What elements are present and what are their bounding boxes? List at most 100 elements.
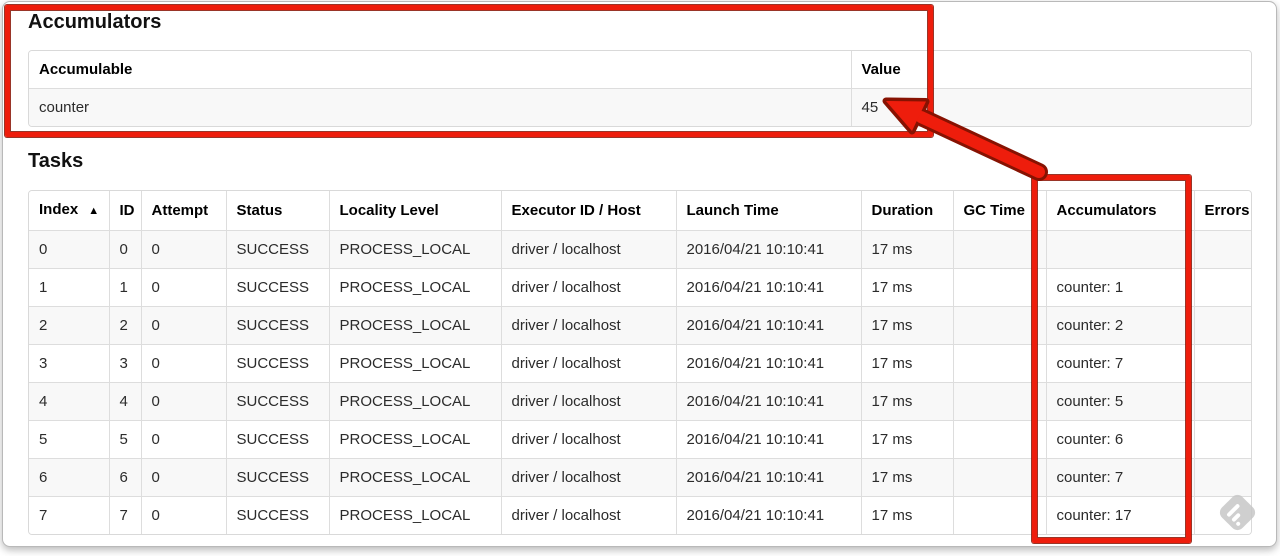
- accumulators-table: Accumulable Value counter 45: [28, 50, 1252, 127]
- launch-time-cell: 2016/04/21 10:10:41: [675, 458, 861, 497]
- gc-time-cell: [952, 306, 1046, 345]
- index-cell: 2: [29, 306, 109, 345]
- duration-cell: 17 ms: [860, 420, 953, 459]
- status-column-header[interactable]: Status: [225, 191, 329, 231]
- id-cell: 7: [108, 496, 141, 534]
- id-column-header[interactable]: ID: [108, 191, 141, 231]
- accumulators-cell: [1045, 230, 1194, 269]
- attempt-cell: 0: [140, 496, 226, 534]
- executor-id-host-cell: driver / localhost: [500, 344, 676, 383]
- status-cell: SUCCESS: [225, 344, 329, 383]
- attempt-cell: 0: [140, 268, 226, 307]
- tasks-header-row: Index ▲ ID Attempt Status Locality Level …: [29, 191, 1251, 231]
- index-column-header[interactable]: Index ▲: [29, 191, 109, 231]
- launch-time-cell: 2016/04/21 10:10:41: [675, 496, 861, 534]
- attempt-cell: 0: [140, 306, 226, 345]
- executor-id-host-cell: driver / localhost: [500, 496, 676, 534]
- status-cell: SUCCESS: [225, 496, 329, 534]
- id-cell: 6: [108, 458, 141, 497]
- attempt-cell: 0: [140, 420, 226, 459]
- duration-column-header[interactable]: Duration: [860, 191, 953, 231]
- gc-time-column-header[interactable]: GC Time: [952, 191, 1046, 231]
- attempt-cell: 0: [140, 344, 226, 383]
- gc-time-cell: [952, 496, 1046, 534]
- locality-level-column-header[interactable]: Locality Level: [328, 191, 501, 231]
- locality-level-cell: PROCESS_LOCAL: [328, 306, 501, 345]
- status-cell: SUCCESS: [225, 420, 329, 459]
- accumulators-cell: counter: 17: [1045, 496, 1194, 534]
- launch-time-cell: 2016/04/21 10:10:41: [675, 306, 861, 345]
- executor-id-host-cell: driver / localhost: [500, 306, 676, 345]
- attempt-cell: 0: [140, 230, 226, 269]
- spark-ui-screenshot: Accumulators Accumulable Value counter 4…: [0, 0, 1280, 556]
- errors-cell: [1193, 230, 1251, 269]
- gc-time-cell: [952, 230, 1046, 269]
- launch-time-cell: 2016/04/21 10:10:41: [675, 420, 861, 459]
- id-cell: 0: [108, 230, 141, 269]
- task-row: 7 7 0 SUCCESS PROCESS_LOCAL driver / loc…: [29, 496, 1251, 534]
- accumulators-section-title: Accumulators: [28, 11, 162, 33]
- attempt-cell: 0: [140, 382, 226, 421]
- id-cell: 3: [108, 344, 141, 383]
- duration-cell: 17 ms: [860, 344, 953, 383]
- locality-level-cell: PROCESS_LOCAL: [328, 382, 501, 421]
- executor-id-host-cell: driver / localhost: [500, 268, 676, 307]
- index-cell: 0: [29, 230, 109, 269]
- duration-cell: 17 ms: [860, 458, 953, 497]
- status-cell: SUCCESS: [225, 230, 329, 269]
- duration-cell: 17 ms: [860, 306, 953, 345]
- gc-time-cell: [952, 344, 1046, 383]
- gc-time-cell: [952, 458, 1046, 497]
- accumulable-value-cell: 45: [850, 88, 1251, 126]
- executor-id-host-cell: driver / localhost: [500, 420, 676, 459]
- index-cell: 3: [29, 344, 109, 383]
- id-cell: 1: [108, 268, 141, 307]
- executor-id-host-column-header[interactable]: Executor ID / Host: [500, 191, 676, 231]
- errors-cell: [1193, 420, 1251, 459]
- status-cell: SUCCESS: [225, 268, 329, 307]
- accumulable-column-header[interactable]: Accumulable: [29, 51, 851, 89]
- index-cell: 1: [29, 268, 109, 307]
- attempt-column-header[interactable]: Attempt: [140, 191, 226, 231]
- errors-cell: [1193, 382, 1251, 421]
- index-cell: 5: [29, 420, 109, 459]
- launch-time-cell: 2016/04/21 10:10:41: [675, 344, 861, 383]
- launch-time-cell: 2016/04/21 10:10:41: [675, 230, 861, 269]
- status-cell: SUCCESS: [225, 306, 329, 345]
- locality-level-cell: PROCESS_LOCAL: [328, 344, 501, 383]
- accumulators-cell: counter: 5: [1045, 382, 1194, 421]
- duration-cell: 17 ms: [860, 230, 953, 269]
- errors-cell: [1193, 268, 1251, 307]
- status-cell: SUCCESS: [225, 382, 329, 421]
- duration-cell: 17 ms: [860, 382, 953, 421]
- tasks-table: Index ▲ ID Attempt Status Locality Level …: [28, 190, 1252, 535]
- sort-ascending-icon: ▲: [88, 205, 100, 217]
- accumulators-column-header[interactable]: Accumulators: [1045, 191, 1194, 231]
- task-row: 3 3 0 SUCCESS PROCESS_LOCAL driver / loc…: [29, 344, 1251, 383]
- gc-time-cell: [952, 420, 1046, 459]
- task-row: 5 5 0 SUCCESS PROCESS_LOCAL driver / loc…: [29, 420, 1251, 459]
- task-row: 1 1 0 SUCCESS PROCESS_LOCAL driver / loc…: [29, 268, 1251, 307]
- index-cell: 4: [29, 382, 109, 421]
- task-row: 6 6 0 SUCCESS PROCESS_LOCAL driver / loc…: [29, 458, 1251, 497]
- locality-level-cell: PROCESS_LOCAL: [328, 496, 501, 534]
- duration-cell: 17 ms: [860, 268, 953, 307]
- locality-level-cell: PROCESS_LOCAL: [328, 230, 501, 269]
- task-row: 2 2 0 SUCCESS PROCESS_LOCAL driver / loc…: [29, 306, 1251, 345]
- launch-time-column-header[interactable]: Launch Time: [675, 191, 861, 231]
- index-cell: 7: [29, 496, 109, 534]
- executor-id-host-cell: driver / localhost: [500, 230, 676, 269]
- launch-time-cell: 2016/04/21 10:10:41: [675, 268, 861, 307]
- accumulator-row: counter 45: [29, 88, 1251, 126]
- gc-time-cell: [952, 382, 1046, 421]
- accumulators-cell: counter: 7: [1045, 344, 1194, 383]
- id-cell: 5: [108, 420, 141, 459]
- index-cell: 6: [29, 458, 109, 497]
- status-cell: SUCCESS: [225, 458, 329, 497]
- errors-cell: [1193, 344, 1251, 383]
- tasks-section-title: Tasks: [28, 150, 84, 172]
- errors-column-header[interactable]: Errors: [1193, 191, 1251, 231]
- value-column-header[interactable]: Value: [850, 51, 1251, 89]
- attempt-cell: 0: [140, 458, 226, 497]
- executor-id-host-cell: driver / localhost: [500, 382, 676, 421]
